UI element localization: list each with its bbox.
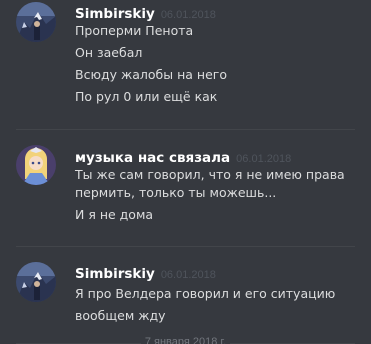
message-text: пермить, только ты можешь... <box>75 185 277 200</box>
message-divider <box>16 246 355 247</box>
message-header: музыка нас связала 06.01.2018 <box>75 147 291 166</box>
message-header: Simbirskiy 06.01.2018 <box>75 3 216 22</box>
username[interactable]: музыка нас связала <box>75 150 230 166</box>
timestamp: 06.01.2018 <box>160 269 216 281</box>
message-header: Simbirskiy 06.01.2018 <box>75 263 216 282</box>
timestamp: 06.01.2018 <box>236 153 292 165</box>
user-avatar[interactable] <box>16 262 56 302</box>
message-text: И я не дома <box>75 207 154 222</box>
username[interactable]: Simbirskiy <box>75 266 155 282</box>
message-text: Он заебал <box>75 45 143 60</box>
message-text: Ты же сам говорил, что я не имею права <box>75 167 345 182</box>
timestamp: 06.01.2018 <box>160 9 216 21</box>
snowy-mountain-icon <box>16 2 56 42</box>
message-text: Всюду жалобы на него <box>75 67 227 82</box>
chat-messages-area: Simbirskiy 06.01.2018 Проперми Пенота Он … <box>0 0 371 344</box>
message-text: По рул 0 или ещё как <box>75 89 218 104</box>
user-avatar[interactable] <box>16 145 56 185</box>
date-separator-label: 7 января 2018 г. <box>140 336 231 344</box>
message-text: Проперми Пенота <box>75 23 194 38</box>
message-text: вообщем жду <box>75 308 166 323</box>
username[interactable]: Simbirskiy <box>75 6 155 22</box>
message-divider <box>16 129 355 130</box>
message-text: Я про Велдера говорил и его ситуацию <box>75 286 336 301</box>
date-separator: 7 января 2018 г. <box>0 336 371 344</box>
user-avatar[interactable] <box>16 2 56 42</box>
snowy-mountain-icon <box>16 262 56 302</box>
anime-girl-icon <box>16 145 56 185</box>
